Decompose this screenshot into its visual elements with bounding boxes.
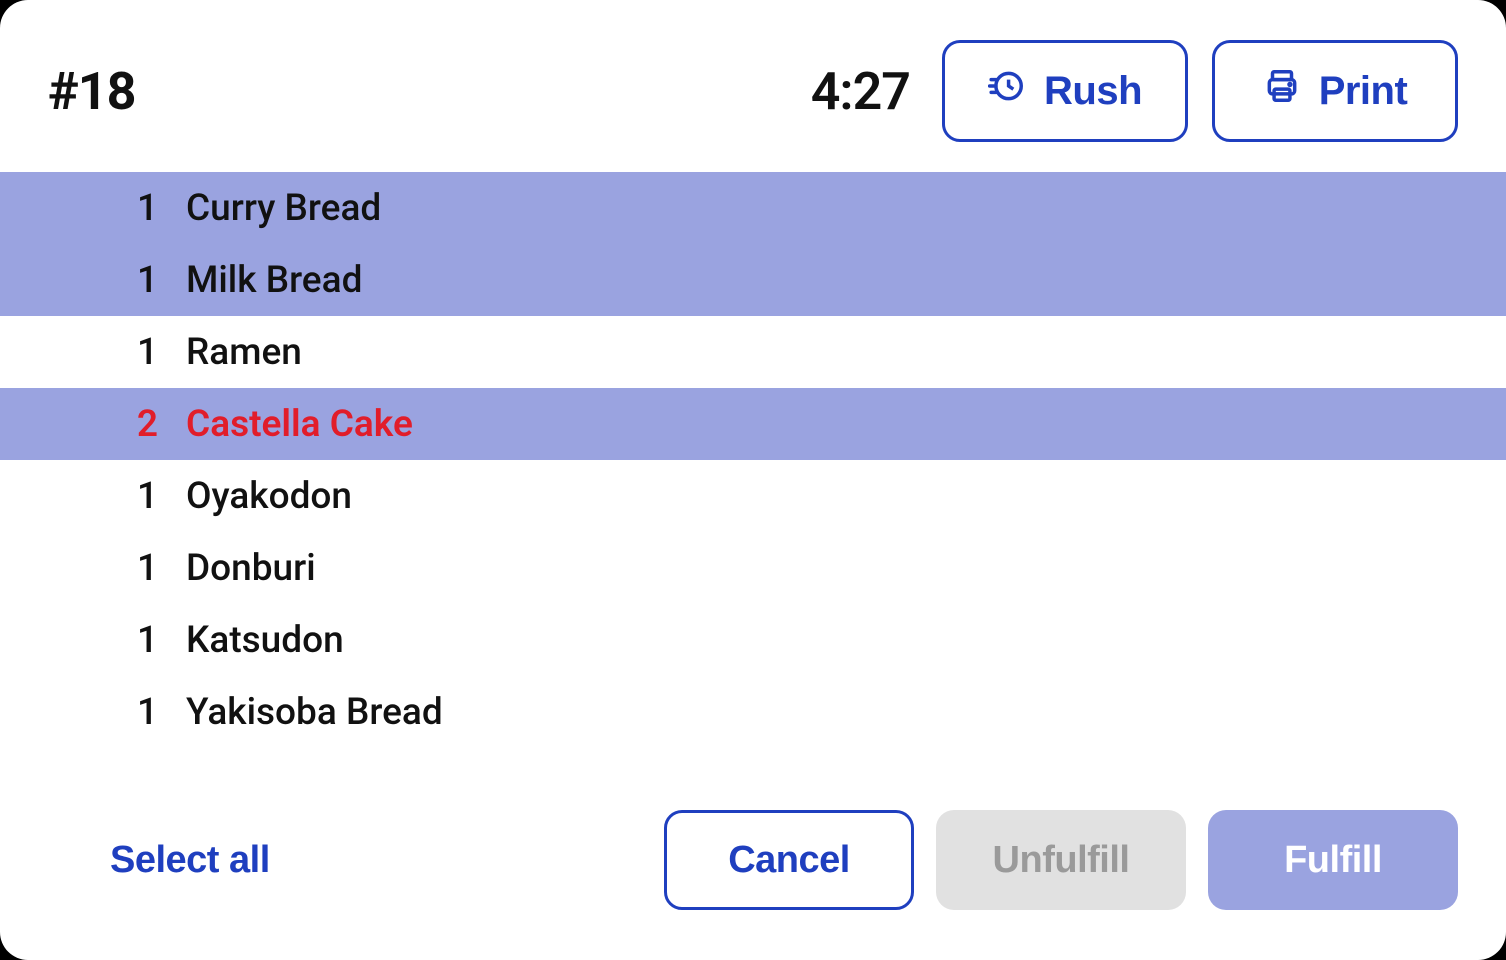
item-qty: 1	[100, 547, 158, 590]
order-number: #18	[48, 61, 135, 122]
item-qty: 1	[100, 475, 158, 518]
item-qty: 1	[100, 331, 158, 374]
order-header: #18 4:27 Rush Print	[0, 0, 1506, 172]
item-row[interactable]: 2 Castella Cake	[0, 388, 1506, 460]
cancel-button[interactable]: Cancel	[664, 810, 914, 910]
item-name: Ramen	[186, 331, 302, 374]
item-qty: 1	[100, 691, 158, 734]
item-row[interactable]: 1 Donburi	[0, 532, 1506, 604]
rush-button[interactable]: Rush	[942, 40, 1188, 142]
item-qty: 1	[100, 187, 158, 230]
item-name: Curry Bread	[186, 187, 381, 230]
unfulfill-button[interactable]: Unfulfill	[936, 810, 1186, 910]
print-button[interactable]: Print	[1212, 40, 1458, 142]
rush-icon	[988, 67, 1026, 115]
order-card: #18 4:27 Rush Print 1 Curry Bread 1 Milk Br…	[0, 0, 1506, 960]
item-qty: 2	[100, 403, 158, 446]
item-row[interactable]: 1 Katsudon	[0, 604, 1506, 676]
item-name: Milk Bread	[186, 259, 362, 302]
order-footer: Select all Cancel Unfulfill Fulfill	[0, 780, 1506, 960]
item-name: Katsudon	[186, 619, 344, 662]
print-button-label: Print	[1319, 69, 1408, 114]
rush-button-label: Rush	[1044, 69, 1142, 114]
item-row[interactable]: 1 Milk Bread	[0, 244, 1506, 316]
order-timer: 4:27	[811, 61, 910, 122]
item-qty: 1	[100, 259, 158, 302]
item-row[interactable]: 1 Ramen	[0, 316, 1506, 388]
item-name: Yakisoba Bread	[186, 691, 443, 734]
item-name: Donburi	[186, 547, 316, 590]
items-list: 1 Curry Bread 1 Milk Bread 1 Ramen 2 Castella C…	[0, 172, 1506, 780]
fulfill-button[interactable]: Fulfill	[1208, 810, 1458, 910]
item-row[interactable]: 1 Yakisoba Bread	[0, 676, 1506, 748]
printer-icon	[1263, 67, 1301, 115]
item-qty: 1	[100, 619, 158, 662]
item-name: Oyakodon	[186, 475, 352, 518]
item-row[interactable]: 1 Curry Bread	[0, 172, 1506, 244]
select-all-button[interactable]: Select all	[110, 839, 270, 882]
item-name: Castella Cake	[186, 403, 413, 446]
item-row[interactable]: 1 Oyakodon	[0, 460, 1506, 532]
